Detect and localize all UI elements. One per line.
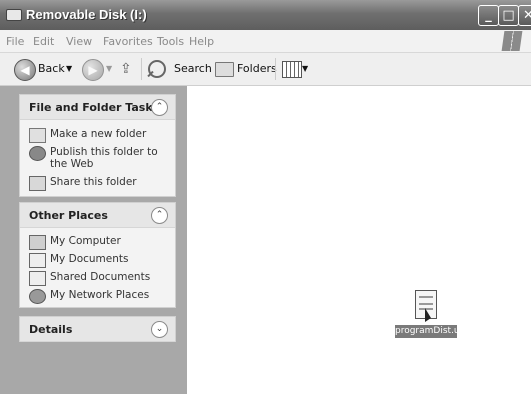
panel-title: File and Folder Tasks — [29, 101, 160, 114]
menu-bar: File Edit View Favorites Tools Help — [0, 30, 531, 53]
details-panel: Details ⌄ — [19, 316, 176, 342]
other-places-panel: Other Places ⌃ My Computer My Documents … — [19, 202, 176, 308]
back-dropdown-icon[interactable]: ▼ — [66, 59, 72, 79]
place-label: My Network Places — [50, 289, 150, 301]
shared-documents-link[interactable]: Shared Documents — [20, 268, 175, 286]
search-icon[interactable] — [148, 60, 166, 78]
share-folder-icon — [29, 176, 46, 191]
place-label: Shared Documents — [50, 271, 151, 283]
file-folder-tasks-panel: File and Folder Tasks ⌃ Make a new folde… — [19, 94, 176, 197]
toolbar: ◀ Back ▼ ▶ ▼ ⇪ Search Folders ▼ — [0, 53, 531, 86]
shared-folder-icon — [29, 271, 46, 286]
views-dropdown-icon[interactable]: ▼ — [302, 59, 308, 79]
drive-icon — [6, 9, 22, 21]
expand-icon[interactable]: ⌄ — [151, 321, 168, 338]
windows-logo-icon — [501, 31, 523, 51]
new-folder-icon — [29, 128, 46, 143]
file-list-area[interactable] — [187, 86, 531, 394]
minimize-button[interactable]: _ — [478, 5, 499, 26]
other-places-header[interactable]: Other Places ⌃ — [20, 203, 175, 228]
maximize-button[interactable]: □ — [498, 5, 519, 26]
share-folder-link[interactable]: Share this folder — [20, 173, 175, 191]
folders-icon[interactable] — [215, 62, 234, 77]
menu-edit[interactable]: Edit — [33, 35, 54, 48]
toolbar-divider — [141, 58, 142, 80]
folders-button[interactable]: Folders — [237, 59, 277, 79]
menu-view[interactable]: View — [66, 35, 92, 48]
panel-title: Details — [29, 323, 73, 336]
task-pane: File and Folder Tasks ⌃ Make a new folde… — [0, 86, 187, 394]
panel-title: Other Places — [29, 209, 108, 222]
task-label: Share this folder — [50, 176, 137, 188]
file-name: programDist.upg — [395, 325, 472, 338]
place-label: My Documents — [50, 253, 129, 265]
collapse-icon[interactable]: ⌃ — [151, 207, 168, 224]
search-button[interactable]: Search — [174, 59, 212, 79]
globe-icon — [29, 146, 46, 161]
views-icon[interactable] — [282, 61, 302, 78]
publish-folder-link[interactable]: Publish this folder to the Web — [20, 143, 175, 173]
my-network-places-link[interactable]: My Network Places — [20, 286, 175, 304]
forward-dropdown-icon[interactable]: ▼ — [106, 59, 112, 79]
my-computer-link[interactable]: My Computer — [20, 232, 175, 250]
collapse-icon[interactable]: ⌃ — [151, 99, 168, 116]
forward-icon[interactable]: ▶ — [82, 59, 104, 81]
menu-file[interactable]: File — [6, 35, 24, 48]
menu-help[interactable]: Help — [189, 35, 214, 48]
task-label: Publish this folder to the Web — [50, 146, 158, 170]
network-icon — [29, 289, 46, 304]
make-new-folder-link[interactable]: Make a new folder — [20, 125, 175, 143]
mouse-pointer-icon — [425, 308, 431, 322]
menu-favorites[interactable]: Favorites — [103, 35, 153, 48]
back-button[interactable]: Back — [38, 59, 65, 79]
window-title: Removable Disk (I:) — [26, 7, 147, 22]
place-label: My Computer — [50, 235, 121, 247]
back-icon[interactable]: ◀ — [14, 59, 36, 81]
computer-icon — [29, 235, 46, 250]
close-button[interactable]: ✕ — [518, 5, 531, 26]
menu-tools[interactable]: Tools — [157, 35, 184, 48]
my-documents-link[interactable]: My Documents — [20, 250, 175, 268]
details-header[interactable]: Details ⌄ — [20, 317, 175, 342]
up-folder-icon[interactable]: ⇪ — [120, 59, 132, 79]
task-label: Make a new folder — [50, 128, 147, 140]
toolbar-divider-2 — [275, 58, 276, 80]
title-bar[interactable]: Removable Disk (I:) _ □ ✕ — [0, 0, 531, 30]
file-folder-tasks-header[interactable]: File and Folder Tasks ⌃ — [20, 95, 175, 120]
documents-folder-icon — [29, 253, 46, 268]
